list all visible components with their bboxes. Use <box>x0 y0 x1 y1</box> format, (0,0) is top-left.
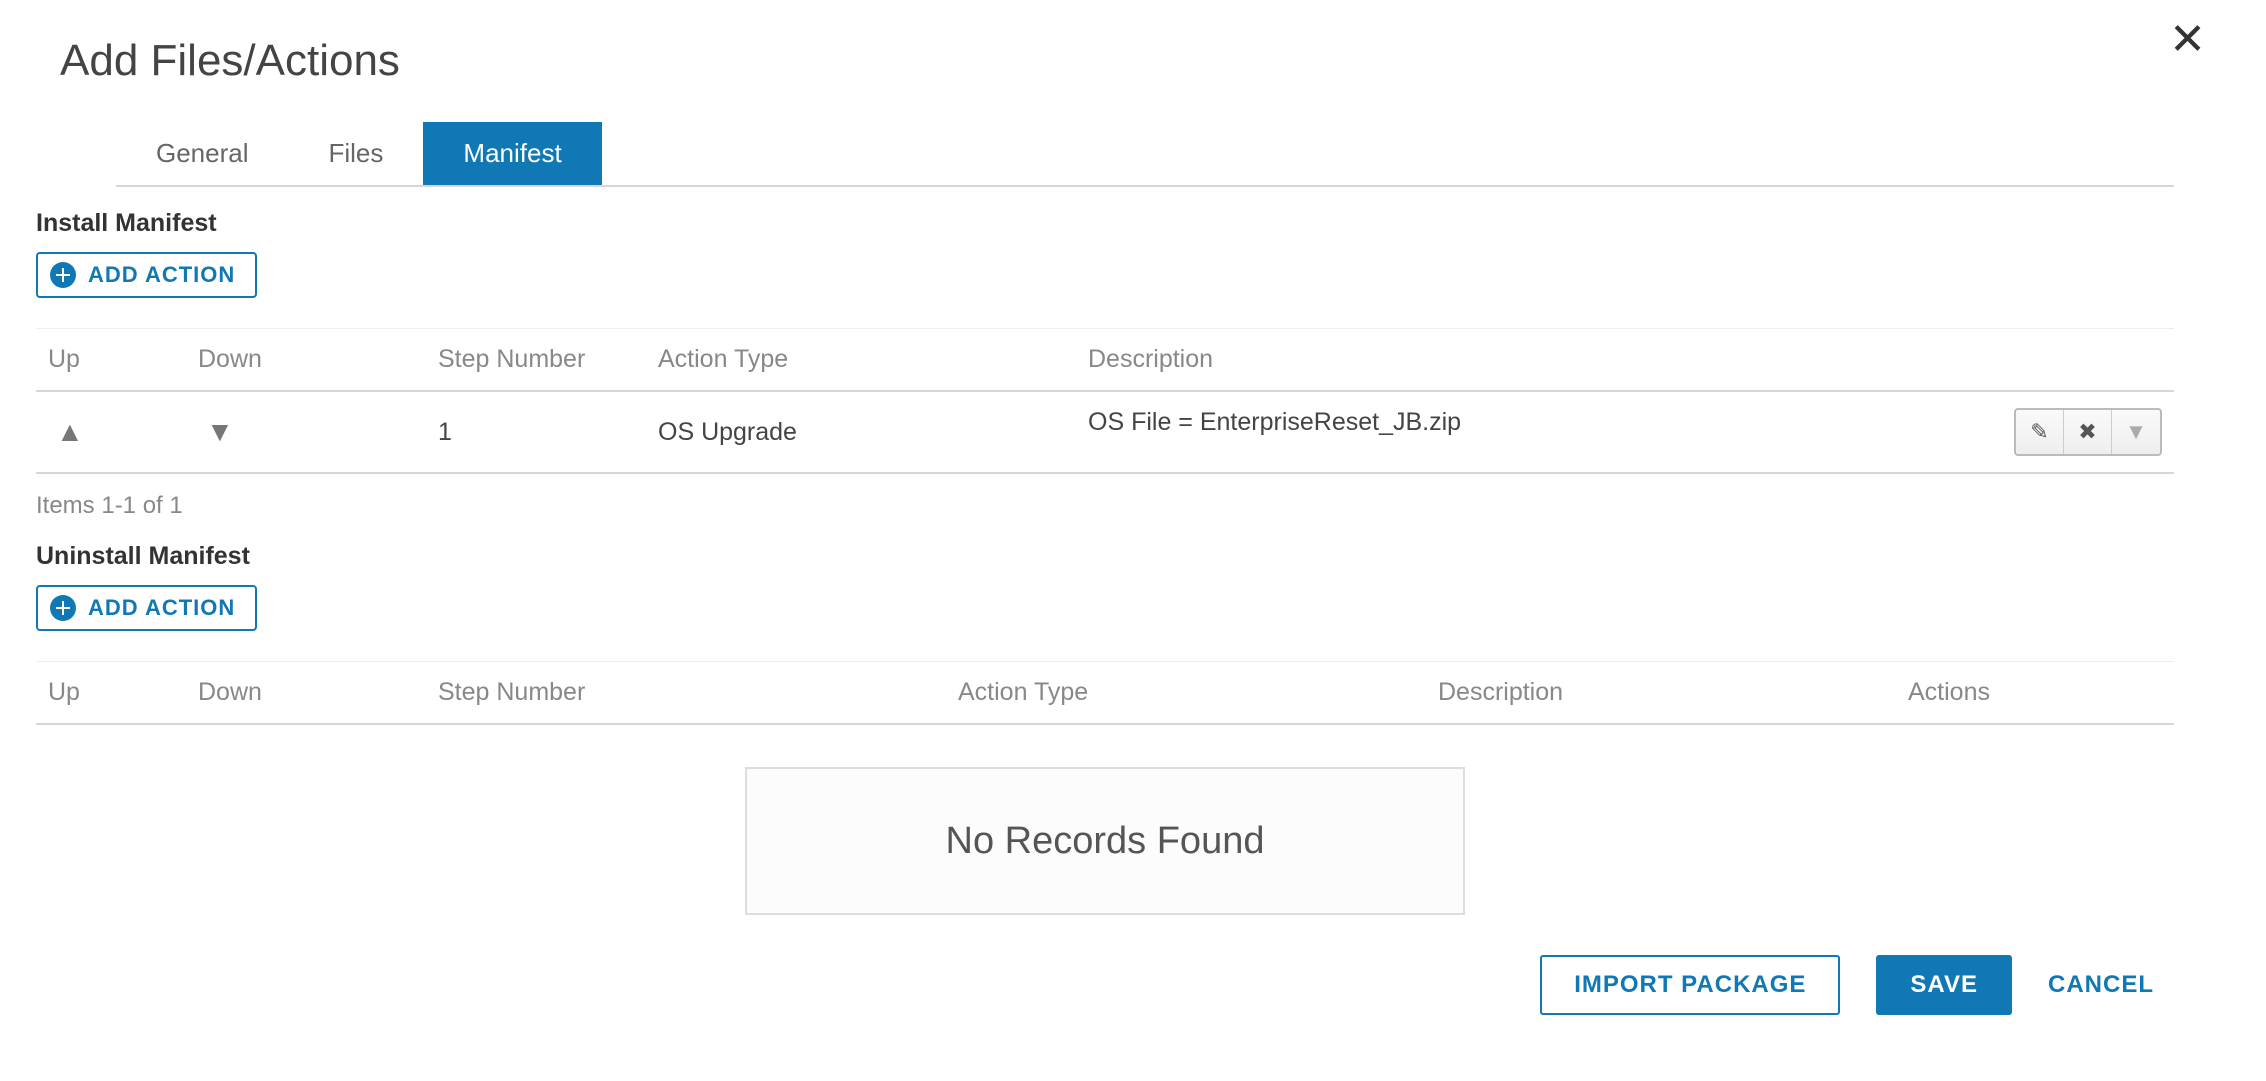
uninstall-manifest-table: Up Down Step Number Action Type Descript… <box>36 661 2174 725</box>
install-pager-info: Items 1-1 of 1 <box>36 492 2174 520</box>
move-up-icon[interactable]: ▲ <box>48 416 92 448</box>
tab-bar: General Files Manifest <box>116 122 2174 187</box>
edit-icon[interactable]: ✎ <box>2016 410 2064 454</box>
col-description: Description <box>1076 329 2174 392</box>
cell-action-type: OS Upgrade <box>646 391 1076 473</box>
dialog-root: ✕ Add Files/Actions General Files Manife… <box>0 0 2266 1081</box>
uninstall-table-header-row: Up Down Step Number Action Type Descript… <box>36 662 2174 725</box>
add-action-uninstall-label: ADD ACTION <box>88 595 235 621</box>
uninstall-manifest-heading: Uninstall Manifest <box>36 542 2174 571</box>
table-row: ▲ ▼ 1 OS Upgrade OS File = EnterpriseRes… <box>36 391 2174 473</box>
tab-manifest[interactable]: Manifest <box>423 122 601 185</box>
col-up: Up <box>36 329 186 392</box>
dialog-footer: IMPORT PACKAGE SAVE CANCEL <box>36 955 2174 1015</box>
cell-step-number: 1 <box>426 391 646 473</box>
cancel-button[interactable]: CANCEL <box>2048 971 2154 999</box>
tab-files[interactable]: Files <box>289 122 424 185</box>
col-down: Down <box>186 662 426 725</box>
row-actions-group: ✎ ✖ ▼ <box>2014 408 2162 456</box>
import-package-button[interactable]: IMPORT PACKAGE <box>1540 955 1840 1015</box>
no-records-message: No Records Found <box>745 767 1465 915</box>
install-manifest-table: Up Down Step Number Action Type Descript… <box>36 328 2174 474</box>
add-action-install-label: ADD ACTION <box>88 262 235 288</box>
col-down: Down <box>186 329 426 392</box>
plus-icon <box>50 595 76 621</box>
col-step-number: Step Number <box>426 662 946 725</box>
col-action-type: Action Type <box>946 662 1426 725</box>
delete-icon[interactable]: ✖ <box>2064 410 2112 454</box>
cell-description-text: OS File = EnterpriseReset_JB.zip <box>1088 408 1461 436</box>
install-manifest-heading: Install Manifest <box>36 209 2174 238</box>
col-step-number: Step Number <box>426 329 646 392</box>
move-down-icon[interactable]: ▼ <box>198 416 242 448</box>
cell-description: OS File = EnterpriseReset_JB.zip ✎ ✖ ▼ <box>1076 391 2174 473</box>
install-table-header-row: Up Down Step Number Action Type Descript… <box>36 329 2174 392</box>
col-actions: Actions <box>1896 662 2174 725</box>
scrollable-content[interactable]: Add Files/Actions General Files Manifest… <box>0 0 2266 1081</box>
dialog-inner: Add Files/Actions General Files Manifest… <box>0 0 2210 1081</box>
plus-icon <box>50 262 76 288</box>
tab-general[interactable]: General <box>116 122 289 185</box>
close-icon[interactable]: ✕ <box>2169 18 2206 62</box>
save-button[interactable]: SAVE <box>1876 955 2012 1015</box>
page-title: Add Files/Actions <box>60 36 2174 86</box>
dropdown-caret-icon[interactable]: ▼ <box>2112 410 2160 454</box>
col-action-type: Action Type <box>646 329 1076 392</box>
col-description: Description <box>1426 662 1896 725</box>
add-action-uninstall-button[interactable]: ADD ACTION <box>36 585 257 631</box>
add-action-install-button[interactable]: ADD ACTION <box>36 252 257 298</box>
col-up: Up <box>36 662 186 725</box>
